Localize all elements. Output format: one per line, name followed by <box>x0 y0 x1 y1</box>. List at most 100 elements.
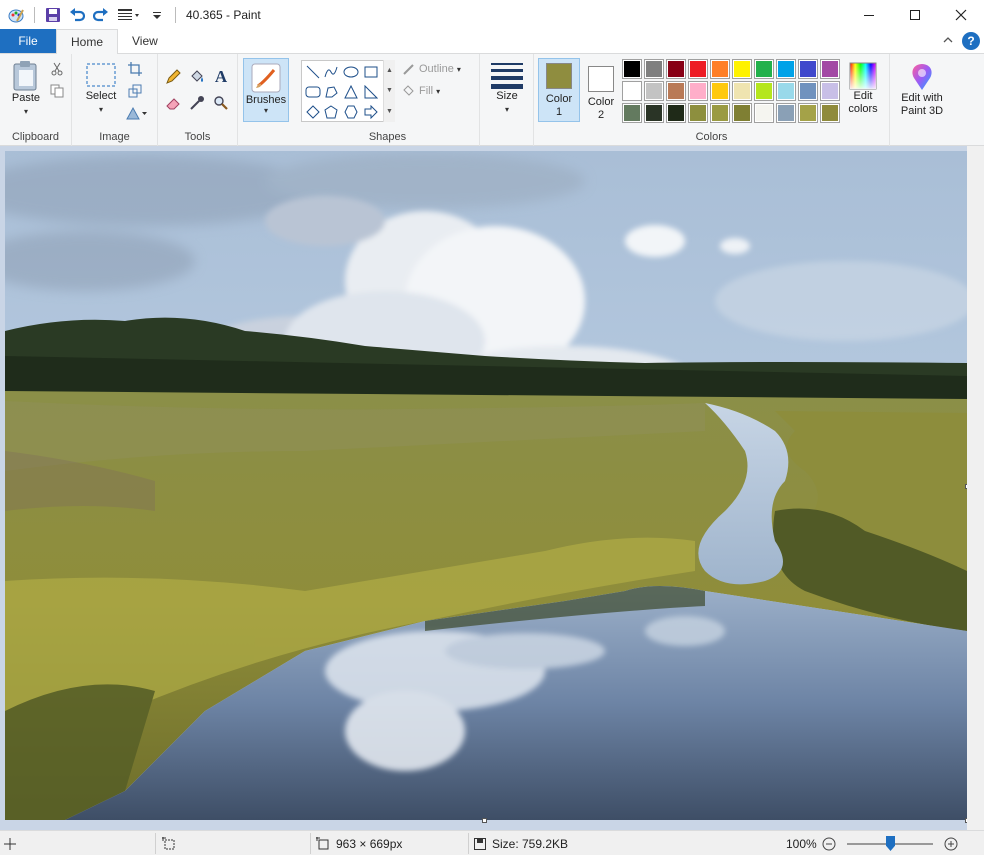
size-button[interactable]: Size ▾ <box>488 60 526 116</box>
properties-icon[interactable] <box>115 5 143 25</box>
palette-swatch[interactable] <box>732 81 752 101</box>
help-icon[interactable]: ? <box>962 32 980 50</box>
scroll-up-icon[interactable]: ▲ <box>386 67 393 74</box>
expand-gallery-icon[interactable]: ▼ <box>386 108 393 115</box>
palette-swatch[interactable] <box>688 81 708 101</box>
palette-swatch-color <box>734 61 750 77</box>
color-picker-icon[interactable] <box>188 94 206 112</box>
palette-swatch[interactable] <box>622 103 642 123</box>
palette-swatch[interactable] <box>820 81 840 101</box>
resize-icon[interactable] <box>126 82 144 100</box>
palette-swatch[interactable] <box>622 59 642 79</box>
palette-swatch-color <box>756 83 772 99</box>
paste-button[interactable]: Paste ▾ <box>8 60 44 118</box>
copy-icon[interactable] <box>48 82 66 100</box>
undo-icon[interactable] <box>67 5 87 25</box>
outline-button[interactable]: Outline ▾ <box>402 62 461 76</box>
palette-swatch[interactable] <box>622 81 642 101</box>
palette-swatch[interactable] <box>644 81 664 101</box>
redo-icon[interactable] <box>91 5 111 25</box>
collapse-ribbon-icon[interactable] <box>942 34 954 49</box>
cut-icon[interactable] <box>48 60 66 78</box>
palette-swatch[interactable] <box>732 59 752 79</box>
edit-with-paint3d-button[interactable]: Edit with Paint 3D <box>894 62 950 118</box>
palette-swatch[interactable] <box>754 59 774 79</box>
palette-swatch[interactable] <box>666 81 686 101</box>
palette-swatch[interactable] <box>644 103 664 123</box>
fill-bucket-icon[interactable] <box>188 68 206 86</box>
image-dimensions: 963 × 669px <box>316 831 402 855</box>
arrow-shape-icon[interactable] <box>362 103 380 121</box>
palette-swatch[interactable] <box>798 59 818 79</box>
rotate-icon[interactable] <box>124 104 150 122</box>
palette-swatch[interactable] <box>688 103 708 123</box>
line-shape-icon[interactable] <box>304 63 322 81</box>
palette-swatch[interactable] <box>710 103 730 123</box>
tab-view[interactable]: View <box>118 29 172 53</box>
text-icon[interactable]: A <box>212 67 230 86</box>
vertical-scrollbar[interactable] <box>967 146 984 830</box>
palette-swatch[interactable] <box>710 59 730 79</box>
palette-swatch[interactable] <box>732 103 752 123</box>
palette-swatch[interactable] <box>666 103 686 123</box>
palette-swatch[interactable] <box>776 81 796 101</box>
brushes-button[interactable]: Brushes ▾ <box>243 58 289 122</box>
palette-swatch[interactable] <box>820 103 840 123</box>
palette-swatch[interactable] <box>710 81 730 101</box>
palette-swatch-color <box>646 105 662 121</box>
pencil-icon[interactable] <box>164 68 182 86</box>
oval-shape-icon[interactable] <box>342 63 360 81</box>
customize-qat-icon[interactable] <box>147 5 167 25</box>
fill-button[interactable]: Fill ▾ <box>402 84 440 98</box>
edit-colors-button[interactable]: Edit colors <box>843 62 883 116</box>
crop-icon[interactable] <box>126 60 144 78</box>
canvas-painting[interactable] <box>5 151 967 820</box>
palette-swatch[interactable] <box>798 81 818 101</box>
polygon-shape-icon[interactable] <box>322 83 340 101</box>
select-button[interactable]: Select ▾ <box>82 62 120 116</box>
pentagon-shape-icon[interactable] <box>322 103 340 121</box>
color2-number: 2 <box>597 109 605 121</box>
scroll-down-icon[interactable]: ▼ <box>386 87 393 94</box>
status-divider <box>155 833 156 854</box>
right-triangle-shape-icon[interactable] <box>362 83 380 101</box>
zoom-slider-thumb[interactable] <box>886 836 895 851</box>
paint-app-icon[interactable] <box>6 5 26 25</box>
chevron-down-icon: ▾ <box>263 106 268 115</box>
palette-swatch[interactable] <box>754 103 774 123</box>
magnifier-icon[interactable] <box>212 94 230 112</box>
color2-button[interactable]: Color 2 <box>583 58 619 122</box>
palette-swatch-color <box>624 83 640 99</box>
rounded-rectangle-shape-icon[interactable] <box>304 83 322 101</box>
eraser-icon[interactable] <box>164 94 182 112</box>
palette-swatch[interactable] <box>798 103 818 123</box>
tab-file[interactable]: File <box>0 29 56 53</box>
palette-swatch[interactable] <box>776 103 796 123</box>
hexagon-shape-icon[interactable] <box>342 103 360 121</box>
chevron-down-icon: ▾ <box>23 107 28 116</box>
curve-shape-icon[interactable] <box>322 63 340 81</box>
palette-swatch-color <box>756 105 772 121</box>
triangle-shape-icon[interactable] <box>342 83 360 101</box>
shapes-scrollbar[interactable]: ▲ ▼ ▼ <box>383 60 395 122</box>
image-group: Select ▾ Image <box>72 54 158 146</box>
minimize-button[interactable] <box>846 0 892 30</box>
maximize-button[interactable] <box>892 0 938 30</box>
rectangle-shape-icon[interactable] <box>362 63 380 81</box>
color1-button[interactable]: Color 1 <box>538 58 580 122</box>
zoom-in-button[interactable] <box>944 831 958 855</box>
diamond-shape-icon[interactable] <box>304 103 322 121</box>
palette-swatch[interactable] <box>688 59 708 79</box>
palette-swatch[interactable] <box>776 59 796 79</box>
palette-swatch[interactable] <box>754 81 774 101</box>
tab-home[interactable]: Home <box>56 29 119 54</box>
palette-swatch[interactable] <box>666 59 686 79</box>
close-button[interactable] <box>938 0 984 30</box>
save-icon[interactable] <box>43 5 63 25</box>
paste-label: Paste <box>11 92 41 104</box>
brush-icon <box>251 63 281 93</box>
palette-swatch[interactable] <box>820 59 840 79</box>
resize-handle-bottom[interactable] <box>482 818 487 823</box>
zoom-out-button[interactable] <box>822 831 836 855</box>
palette-swatch[interactable] <box>644 59 664 79</box>
